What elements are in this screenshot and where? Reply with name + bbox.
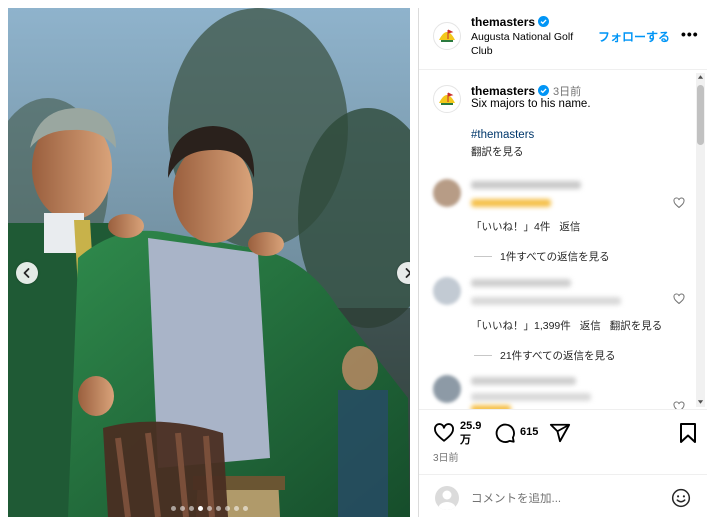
comment-icon[interactable] <box>494 422 516 444</box>
masters-logo <box>439 29 455 42</box>
comment-reply-button[interactable]: 返信 <box>559 221 580 233</box>
commenter-name-redacted <box>471 377 576 385</box>
caption-time[interactable]: 3日前 <box>553 86 581 98</box>
comment-meta: 「いいね！」1,399件 返信 翻訳を見る <box>471 318 671 333</box>
carousel-dot <box>215 506 221 511</box>
view-replies-link[interactable]: 1件すべての返信を見る <box>474 249 610 264</box>
comment-text-redacted <box>471 199 551 207</box>
caption-translate-link[interactable]: 翻訳を見る <box>471 144 524 159</box>
carousel-dot <box>242 506 248 511</box>
bookmark-icon[interactable] <box>678 422 698 444</box>
comment-text-redacted <box>471 297 621 305</box>
comment-text-redacted <box>471 393 591 401</box>
commenter-name-redacted <box>471 279 571 287</box>
comment-meta: 「いいね！」4件 返信 <box>471 219 589 234</box>
scroll-up-arrow-icon[interactable] <box>697 73 704 81</box>
commenter-avatar[interactable] <box>433 277 461 305</box>
follow-button[interactable]: フォローする <box>598 28 670 45</box>
caption-text: Six majors to his name. <box>471 98 591 110</box>
action-bar: 25.9万 615 <box>419 409 707 469</box>
add-comment-bar <box>419 474 707 517</box>
comments-count[interactable]: 615 <box>520 426 538 438</box>
location-subtitle[interactable]: Augusta National Golf Club <box>471 30 583 58</box>
masters-logo-avatar[interactable] <box>433 22 461 50</box>
emoji-icon[interactable] <box>671 488 691 508</box>
header-username-row: themasters <box>471 15 550 29</box>
post-photo <box>8 8 410 517</box>
comment-likes[interactable]: 「いいね！」1,399件 <box>471 320 571 332</box>
comment-like-heart-icon[interactable] <box>673 293 685 305</box>
commenter-avatar[interactable] <box>433 179 461 207</box>
view-replies-link[interactable]: 21件すべての返信を見る <box>474 348 616 363</box>
comment-like-heart-icon[interactable] <box>673 401 685 409</box>
chevron-right-icon <box>405 268 410 278</box>
scroll-thumb[interactable] <box>697 85 704 145</box>
view-replies-label: 21件すべての返信を見る <box>500 350 616 362</box>
share-icon[interactable] <box>549 422 571 444</box>
carousel-dot <box>188 506 194 511</box>
heart-icon[interactable] <box>433 422 455 444</box>
caption-header: themasters 3日前 <box>471 83 581 99</box>
commenter-avatar[interactable] <box>433 375 461 403</box>
caption-avatar[interactable] <box>433 85 461 113</box>
carousel-dot <box>224 506 230 511</box>
comments-section[interactable]: themasters 3日前 Six majors to his name. #t… <box>419 71 707 409</box>
view-replies-label: 1件すべての返信を見る <box>500 251 610 263</box>
verified-icon <box>538 85 550 96</box>
replies-divider <box>474 355 492 356</box>
masters-logo <box>439 92 455 105</box>
post-header: themasters Augusta National Golf Club フォ… <box>419 8 707 70</box>
carousel-dot <box>197 506 203 511</box>
previous-slide-button[interactable] <box>16 262 38 284</box>
commenter-name-redacted <box>471 181 581 189</box>
comments-scrollbar[interactable] <box>696 73 705 407</box>
carousel-indicator <box>8 506 410 511</box>
carousel-dot <box>170 506 176 511</box>
more-options-button[interactable]: ••• <box>681 26 699 42</box>
replies-divider <box>474 256 492 257</box>
chevron-left-icon <box>23 268 30 278</box>
comment-like-heart-icon[interactable] <box>673 197 685 209</box>
scroll-down-arrow-icon[interactable] <box>697 398 704 406</box>
caption-hashtag[interactable]: #themasters <box>471 129 534 141</box>
comment-reply-button[interactable]: 返信 <box>580 320 601 332</box>
default-avatar-icon <box>438 490 456 510</box>
verified-icon <box>538 16 550 27</box>
current-user-avatar <box>435 486 459 510</box>
header-username[interactable]: themasters <box>471 15 535 29</box>
post-time[interactable]: 3日前 <box>433 449 459 464</box>
caption-username[interactable]: themasters <box>471 84 535 98</box>
post-side-panel: themasters Augusta National Golf Club フォ… <box>418 8 707 517</box>
comment-translate-link[interactable]: 翻訳を見る <box>610 320 663 332</box>
post-media[interactable] <box>8 8 410 517</box>
likes-count[interactable]: 25.9万 <box>460 419 481 447</box>
carousel-dot <box>179 506 185 511</box>
comment-likes[interactable]: 「いいね！」4件 <box>471 221 550 233</box>
carousel-dot <box>206 506 212 511</box>
comment-input[interactable] <box>471 493 661 505</box>
carousel-dot <box>233 506 239 511</box>
